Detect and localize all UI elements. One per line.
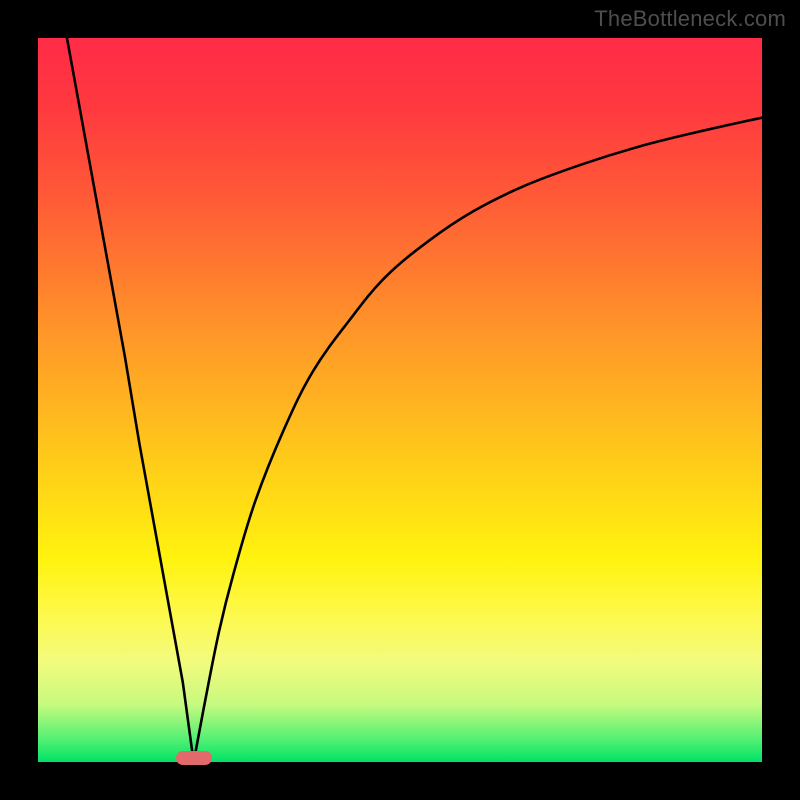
bottleneck-marker xyxy=(176,751,212,765)
watermark-text: TheBottleneck.com xyxy=(594,6,786,32)
curve-left-branch xyxy=(67,38,194,762)
chart-canvas: TheBottleneck.com xyxy=(0,0,800,800)
curve-layer xyxy=(38,38,762,762)
curve-right-branch xyxy=(194,118,762,762)
plot-area xyxy=(38,38,762,762)
